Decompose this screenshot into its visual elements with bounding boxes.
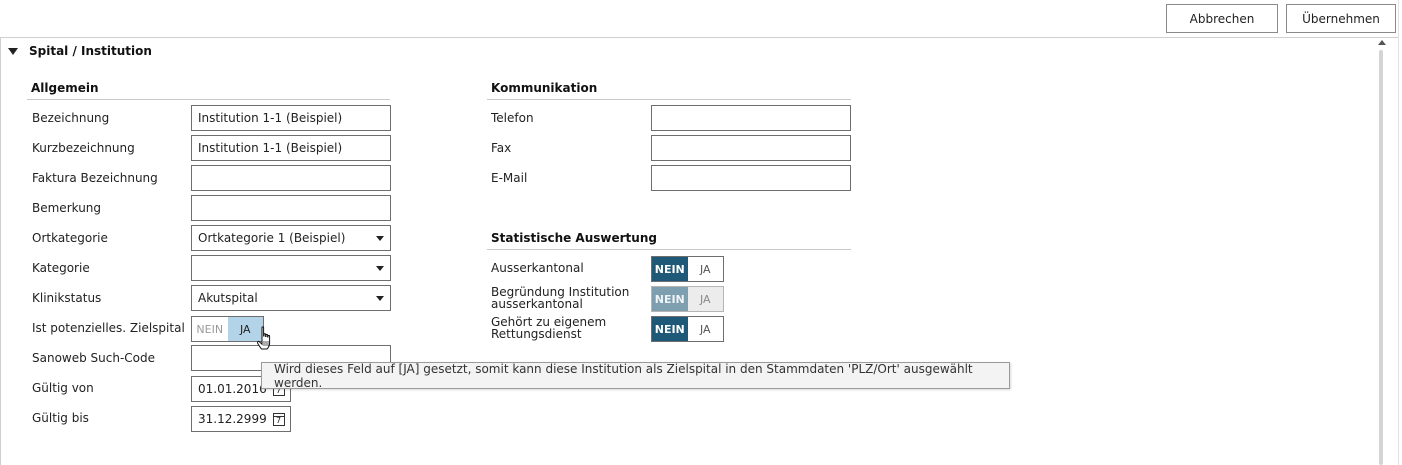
zielspital-toggle[interactable]: NEIN JA <box>191 316 264 342</box>
ausserkantonal-no-option[interactable]: NEIN <box>652 257 688 281</box>
klinikstatus-value: Akutspital <box>198 291 258 305</box>
label-ausserkantonal: Ausserkantonal <box>491 261 584 275</box>
label-ortkategorie: Ortkategorie <box>32 231 108 245</box>
collapse-caret-icon[interactable] <box>8 47 18 55</box>
group-divider-statistik <box>487 249 851 250</box>
gueltig-von-value: 01.01.2016 <box>198 382 267 396</box>
group-divider-kommunikation <box>487 99 851 100</box>
label-gueltig-bis: Gültig bis <box>32 411 89 425</box>
begruendung-yes-option: JA <box>699 292 711 306</box>
cancel-button[interactable]: Abbrechen <box>1166 4 1278 33</box>
chevron-down-icon[interactable] <box>376 236 384 241</box>
panel-left-border <box>0 38 1 465</box>
label-gueltig-von: Gültig von <box>32 381 94 395</box>
hand-pointer-icon <box>257 326 271 350</box>
apply-button[interactable]: Übernehmen <box>1286 4 1396 33</box>
section-title: Spital / Institution <box>29 44 152 58</box>
zielspital-tooltip: Wird dieses Feld auf [JA] gesetzt, somit… <box>261 361 1010 390</box>
label-begruendung-ausserkantonal: Begründung Institution ausserkantonal <box>491 285 630 311</box>
group-divider-allgemein <box>27 99 390 100</box>
begruendung-no-option: NEIN <box>652 287 688 311</box>
gueltig-bis-value: 31.12.2999 <box>198 412 267 426</box>
label-rettungsdienst: Gehört zu eigenem Rettungsdienst <box>491 315 607 341</box>
section-header[interactable]: Spital / Institution <box>8 43 152 59</box>
label-sanoweb-such-code: Sanoweb Such-Code <box>32 351 156 365</box>
kurzbezeichnung-value: Institution 1-1 (Beispiel) <box>198 141 343 155</box>
label-bemerkung: Bemerkung <box>32 201 102 215</box>
rettungsdienst-toggle[interactable]: NEIN JA <box>651 316 724 342</box>
label-zielspital: Ist potenzielles. Zielspital <box>32 321 185 335</box>
group-title-kommunikation: Kommunikation <box>491 81 598 95</box>
window-right-border <box>1398 0 1399 465</box>
ortkategorie-select[interactable]: Ortkategorie 1 (Beispiel) <box>191 225 391 251</box>
telefon-input[interactable] <box>651 105 851 131</box>
label-klinikstatus: Klinikstatus <box>32 291 102 305</box>
group-title-allgemein: Allgemein <box>31 81 99 95</box>
label-telefon: Telefon <box>491 111 534 125</box>
ausserkantonal-yes-option[interactable]: JA <box>688 257 724 281</box>
label-kategorie: Kategorie <box>32 261 90 275</box>
calendar-icon[interactable]: 7 <box>273 413 285 426</box>
bezeichnung-value: Institution 1-1 (Beispiel) <box>198 111 343 125</box>
label-email: E-Mail <box>491 171 528 185</box>
label-bezeichnung: Bezeichnung <box>32 111 110 125</box>
klinikstatus-select[interactable]: Akutspital <box>191 285 391 311</box>
zielspital-no-option[interactable]: NEIN <box>192 317 228 341</box>
label-faktura-bezeichnung: Faktura Bezeichnung <box>32 171 158 185</box>
fax-input[interactable] <box>651 135 851 161</box>
bemerkung-input[interactable] <box>191 195 391 221</box>
bezeichnung-input[interactable]: Institution 1-1 (Beispiel) <box>191 105 391 131</box>
group-title-statistik: Statistische Auswertung <box>491 231 657 245</box>
chevron-down-icon[interactable] <box>376 266 384 271</box>
kategorie-select[interactable] <box>191 255 391 281</box>
scroll-up-arrow-icon[interactable] <box>1378 40 1386 45</box>
label-kurzbezeichnung: Kurzbezeichnung <box>32 141 135 155</box>
scrollbar-thumb[interactable] <box>1379 50 1383 465</box>
label-fax: Fax <box>491 141 512 155</box>
tooltip-text: Wird dieses Feld auf [JA] gesetzt, somit… <box>274 361 973 390</box>
begruendung-ausserkantonal-toggle: NEIN JA <box>651 286 724 312</box>
vertical-scrollbar[interactable] <box>1376 38 1388 465</box>
chevron-down-icon[interactable] <box>376 296 384 301</box>
ortkategorie-value: Ortkategorie 1 (Beispiel) <box>198 231 346 245</box>
toolbar-divider <box>0 37 1398 38</box>
gueltig-bis-date-input[interactable]: 31.12.2999 7 <box>191 406 291 432</box>
faktura-bezeichnung-input[interactable] <box>191 165 391 191</box>
rettungsdienst-yes-option[interactable]: JA <box>688 317 724 341</box>
kurzbezeichnung-input[interactable]: Institution 1-1 (Beispiel) <box>191 135 391 161</box>
rettungsdienst-no-option[interactable]: NEIN <box>652 317 688 341</box>
email-input[interactable] <box>651 165 851 191</box>
ausserkantonal-toggle[interactable]: NEIN JA <box>651 256 724 282</box>
